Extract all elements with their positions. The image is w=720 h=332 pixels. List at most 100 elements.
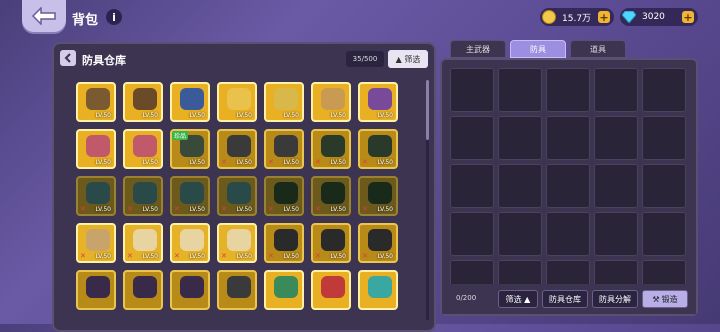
armor-slot[interactable]: LV.50 <box>170 82 210 122</box>
armor-slot[interactable]: LV.50 ✕ <box>217 223 257 263</box>
level-label: LV.50 <box>283 206 299 213</box>
armor-slot[interactable]: LV.50 ✕ <box>358 223 398 263</box>
armor-slot[interactable]: LV.50 ✕ <box>123 223 163 263</box>
gem-value: 3020 <box>642 12 665 22</box>
inventory-toolbar: 0/200 筛选 ▲ 防具仓库 防具分解 ⚒ 锻造 <box>442 284 696 314</box>
inventory-slot[interactable] <box>498 212 542 256</box>
inventory-slot[interactable] <box>642 164 686 208</box>
inventory-slot[interactable] <box>450 116 494 160</box>
armor-slot[interactable] <box>76 270 116 310</box>
armor-slot[interactable]: LV.50 <box>358 82 398 122</box>
armor-slot[interactable]: LV.50 <box>264 82 304 122</box>
armor-icon <box>368 276 392 298</box>
inventory-grid <box>450 68 686 304</box>
inventory-slot[interactable] <box>594 116 638 160</box>
inventory-filter-button[interactable]: 筛选 ▲ <box>498 290 538 308</box>
armor-icon <box>180 229 204 251</box>
armor-slot[interactable] <box>123 270 163 310</box>
armor-slot[interactable]: LV.50 <box>76 129 116 169</box>
unusable-icon: ✕ <box>80 252 86 260</box>
inventory-slot[interactable] <box>498 164 542 208</box>
armor-slot[interactable]: LV.50 <box>76 82 116 122</box>
armor-icon <box>86 229 110 251</box>
armor-icon <box>227 229 251 251</box>
armor-slot[interactable]: LV.50 ✕ <box>358 129 398 169</box>
inventory-slot[interactable] <box>546 164 590 208</box>
inventory-slot[interactable] <box>498 116 542 160</box>
inventory-slot[interactable] <box>594 68 638 112</box>
armor-slot[interactable]: LV.50 ✕ <box>217 176 257 216</box>
armor-slot[interactable]: LV.50 ✕ <box>76 223 116 263</box>
armor-slot[interactable]: LV.50 ✕ <box>264 129 304 169</box>
unusable-icon: ✕ <box>268 158 274 166</box>
level-label: LV.50 <box>95 159 111 166</box>
add-gems-button[interactable]: + <box>682 11 694 23</box>
armor-warehouse-button[interactable]: 防具仓库 <box>542 290 588 308</box>
inventory-slot[interactable] <box>642 68 686 112</box>
armor-slot[interactable]: LV.50 ✕ <box>217 129 257 169</box>
armor-slot[interactable] <box>358 270 398 310</box>
level-label: LV.50 <box>142 112 158 119</box>
panel-back-button[interactable] <box>60 50 76 66</box>
armor-slot[interactable]: LV.50 ✕ <box>264 223 304 263</box>
tab-main-weapon[interactable]: 主武器 <box>450 40 506 58</box>
back-button[interactable] <box>22 0 66 32</box>
armor-slot[interactable]: LV.50 ✕ <box>311 129 351 169</box>
armor-slot[interactable]: LV.50 ✕ <box>311 223 351 263</box>
armor-slot[interactable]: LV.50 ✕ <box>170 223 210 263</box>
unusable-icon: ✕ <box>315 158 321 166</box>
hammer-icon: ⚒ <box>652 294 660 304</box>
armor-slot[interactable] <box>217 270 257 310</box>
inventory-slot[interactable] <box>642 116 686 160</box>
armor-slot[interactable]: LV.50 ✕ <box>76 176 116 216</box>
inventory-slot[interactable] <box>450 68 494 112</box>
chevron-left-icon <box>64 53 71 63</box>
armor-slot[interactable] <box>311 270 351 310</box>
armor-slot[interactable]: LV.50 ✕ <box>123 176 163 216</box>
armor-slot[interactable]: LV.50 ✕ <box>170 176 210 216</box>
armor-slot[interactable]: LV.50 ✕ <box>264 176 304 216</box>
page-title: 背包 <box>72 13 99 28</box>
inventory-slot[interactable] <box>546 116 590 160</box>
armor-icon <box>86 88 110 110</box>
armor-slot[interactable]: LV.50 <box>123 82 163 122</box>
inventory-slot[interactable] <box>546 68 590 112</box>
filter-button[interactable]: ▲ 筛选 <box>388 50 428 68</box>
tab-armor[interactable]: 防具 <box>510 40 566 58</box>
armor-slot[interactable]: LV.50 <box>311 82 351 122</box>
panel-title: 防具仓库 <box>82 54 126 67</box>
unusable-icon: ✕ <box>268 252 274 260</box>
inventory-slot[interactable] <box>642 212 686 256</box>
armor-icon <box>368 229 392 251</box>
armor-slot[interactable]: LV.50 ✕ <box>358 176 398 216</box>
add-gold-button[interactable]: + <box>598 11 610 23</box>
armor-slot[interactable] <box>264 270 304 310</box>
level-label: LV.50 <box>330 159 346 166</box>
inventory-slot[interactable] <box>450 164 494 208</box>
info-icon[interactable]: i <box>106 9 122 25</box>
inventory-slot[interactable] <box>450 212 494 256</box>
inventory-slot[interactable] <box>594 164 638 208</box>
level-label: LV.50 <box>330 206 346 213</box>
unusable-icon: ✕ <box>80 205 86 213</box>
tab-items[interactable]: 道具 <box>570 40 626 58</box>
inventory-slot[interactable] <box>498 68 542 112</box>
armor-slot[interactable]: LV.50 <box>217 82 257 122</box>
armor-slot[interactable]: LV.50 ✕ <box>311 176 351 216</box>
storage-count: 35/500 <box>346 51 384 67</box>
inventory-slot[interactable] <box>546 212 590 256</box>
armor-icon <box>133 229 157 251</box>
forge-button[interactable]: ⚒ 锻造 <box>642 290 688 308</box>
armor-warehouse-panel: 防具仓库 35/500 ▲ 筛选 LV.50 LV.50 LV.50 LV.50 LV.… <box>52 42 436 332</box>
armor-icon <box>321 135 345 157</box>
scroll-thumb[interactable] <box>426 80 429 140</box>
inventory-slot[interactable] <box>594 212 638 256</box>
unusable-icon: ✕ <box>127 205 133 213</box>
gold-counter: 15.7万 + <box>540 8 614 26</box>
scrollbar[interactable] <box>426 80 429 320</box>
armor-slot[interactable]: LV.50 <box>123 129 163 169</box>
armor-icon <box>180 182 204 204</box>
armor-decompose-button[interactable]: 防具分解 <box>592 290 638 308</box>
armor-slot[interactable] <box>170 270 210 310</box>
armor-slot[interactable]: LV.50 珍品 <box>170 129 210 169</box>
